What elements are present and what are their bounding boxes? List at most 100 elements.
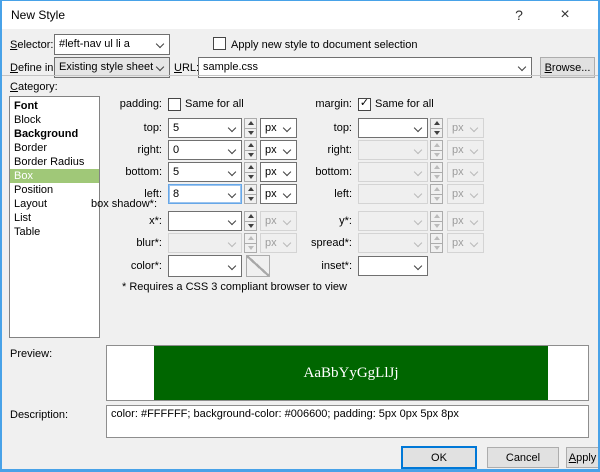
margin-right-label: right: <box>327 144 352 156</box>
chevron-down-icon <box>282 216 292 226</box>
color-swatch-button <box>246 255 270 277</box>
dialog-title: New Style <box>11 8 66 22</box>
header-separator <box>2 75 598 76</box>
shadow-blur-label: blur*: <box>136 237 162 249</box>
margin-left-label: left: <box>334 188 352 200</box>
category-label: Category: <box>10 81 58 93</box>
shadow-x-spinner[interactable] <box>244 211 257 231</box>
cancel-button[interactable]: Cancel <box>487 447 559 468</box>
chevron-down-icon <box>413 167 423 177</box>
chevron-down-icon <box>413 189 423 199</box>
shadow-x-label: x*: <box>149 215 162 227</box>
chevron-down-icon <box>282 189 292 199</box>
chevron-down-icon <box>282 145 292 155</box>
padding-right-label: right: <box>137 144 162 156</box>
shadow-blur-spinner <box>244 233 257 253</box>
close-icon[interactable]: × <box>550 4 580 26</box>
padding-left-spinner[interactable] <box>244 184 257 204</box>
selector-value: #left-nav ul li a <box>59 38 130 50</box>
selector-combobox[interactable]: #left-nav ul li a <box>54 34 170 55</box>
margin-same-label: Same for all <box>375 98 434 110</box>
preview-label: Preview: <box>10 348 53 360</box>
url-label: URL: <box>174 62 200 74</box>
category-item-font[interactable]: Font <box>10 99 99 113</box>
chevron-down-icon <box>469 167 479 177</box>
chevron-down-icon <box>227 216 237 226</box>
shadow-color-combo[interactable] <box>168 255 242 277</box>
new-style-dialog: New Style ? × Selector: #left-nav ul li … <box>0 0 600 472</box>
category-item-list[interactable]: List <box>10 211 99 225</box>
padding-right-spinner[interactable] <box>244 140 257 160</box>
spinner-down-icon <box>430 220 443 231</box>
margin-top-unit-combo: px <box>447 118 484 138</box>
chevron-down-icon <box>227 238 237 248</box>
help-icon[interactable]: ? <box>504 4 534 26</box>
shadow-spread-value-combo <box>358 233 428 253</box>
margin-top-spinner[interactable] <box>430 118 443 138</box>
description-label: Description: <box>10 409 69 421</box>
shadow-inset-combo[interactable] <box>358 256 428 276</box>
margin-bottom-unit-combo: px <box>447 162 484 182</box>
margin-left-unit-combo: px <box>447 184 484 204</box>
apply-style-checkbox[interactable] <box>213 37 226 50</box>
category-item-box[interactable]: Box <box>10 169 99 183</box>
category-item-table[interactable]: Table <box>10 225 99 239</box>
shadow-color-label: color*: <box>130 260 162 272</box>
shadow-inset-label: inset*: <box>321 260 352 272</box>
padding-right-value-combo[interactable]: 0 <box>168 140 242 160</box>
category-item-position[interactable]: Position <box>10 183 99 197</box>
chevron-down-icon <box>469 238 479 248</box>
chevron-down-icon <box>282 238 292 248</box>
margin-left-value-combo <box>358 184 428 204</box>
shadow-y-unit-combo: px <box>447 211 484 231</box>
category-item-background[interactable]: Background <box>10 127 99 141</box>
chevron-down-icon <box>227 261 237 271</box>
spinner-down-icon <box>430 171 443 182</box>
padding-bottom-spinner[interactable] <box>244 162 257 182</box>
chevron-down-icon <box>227 167 237 177</box>
shadow-y-label: y*: <box>339 215 352 227</box>
spinner-down-icon <box>244 193 257 204</box>
spinner-down-icon <box>244 171 257 182</box>
padding-top-spinner[interactable] <box>244 118 257 138</box>
chevron-down-icon <box>517 62 527 72</box>
shadow-x-value-combo[interactable] <box>168 211 242 231</box>
shadow-y-spinner <box>430 211 443 231</box>
apply-button[interactable]: Apply <box>566 447 598 468</box>
spinner-down-icon <box>244 149 257 160</box>
margin-right-unit-combo: px <box>447 140 484 160</box>
ok-button[interactable]: OK <box>401 446 477 469</box>
padding-bottom-value-combo[interactable]: 5 <box>168 162 242 182</box>
chevron-down-icon <box>469 145 479 155</box>
css3-footnote: * Requires a CSS 3 compliant browser to … <box>122 281 347 293</box>
chevron-down-icon <box>469 189 479 199</box>
margin-top-label: top: <box>333 122 352 134</box>
margin-same-checkbox[interactable]: ✓ <box>358 97 371 111</box>
padding-left-value-combo[interactable]: 8 <box>168 184 242 204</box>
margin-bottom-value-combo <box>358 162 428 182</box>
padding-top-value-combo[interactable]: 5 <box>168 118 242 138</box>
category-item-block[interactable]: Block <box>10 113 99 127</box>
chevron-down-icon <box>413 123 423 133</box>
spinner-down-icon <box>430 193 443 204</box>
margin-right-value-combo <box>358 140 428 160</box>
chevron-down-icon <box>282 123 292 133</box>
spinner-down-icon <box>430 127 443 138</box>
chevron-down-icon <box>155 62 165 72</box>
chevron-down-icon <box>413 145 423 155</box>
chevron-down-icon <box>469 216 479 226</box>
chevron-down-icon <box>155 39 165 49</box>
padding-label: padding: <box>119 98 162 110</box>
category-item-border-radius[interactable]: Border Radius <box>10 155 99 169</box>
margin-bottom-label: bottom: <box>315 166 352 178</box>
category-item-border[interactable]: Border <box>10 141 99 155</box>
box-shadow-label: box shadow*: <box>90 198 157 210</box>
padding-same-checkbox[interactable] <box>168 97 181 111</box>
margin-right-spinner <box>430 140 443 160</box>
category-listbox: Font Block Background Border Border Radi… <box>9 96 100 338</box>
margin-left-spinner <box>430 184 443 204</box>
margin-bottom-spinner <box>430 162 443 182</box>
margin-top-value-combo[interactable] <box>358 118 428 138</box>
spinner-down-icon <box>244 242 257 253</box>
preview-sample: AaBbYyGgLlJj <box>154 346 548 400</box>
